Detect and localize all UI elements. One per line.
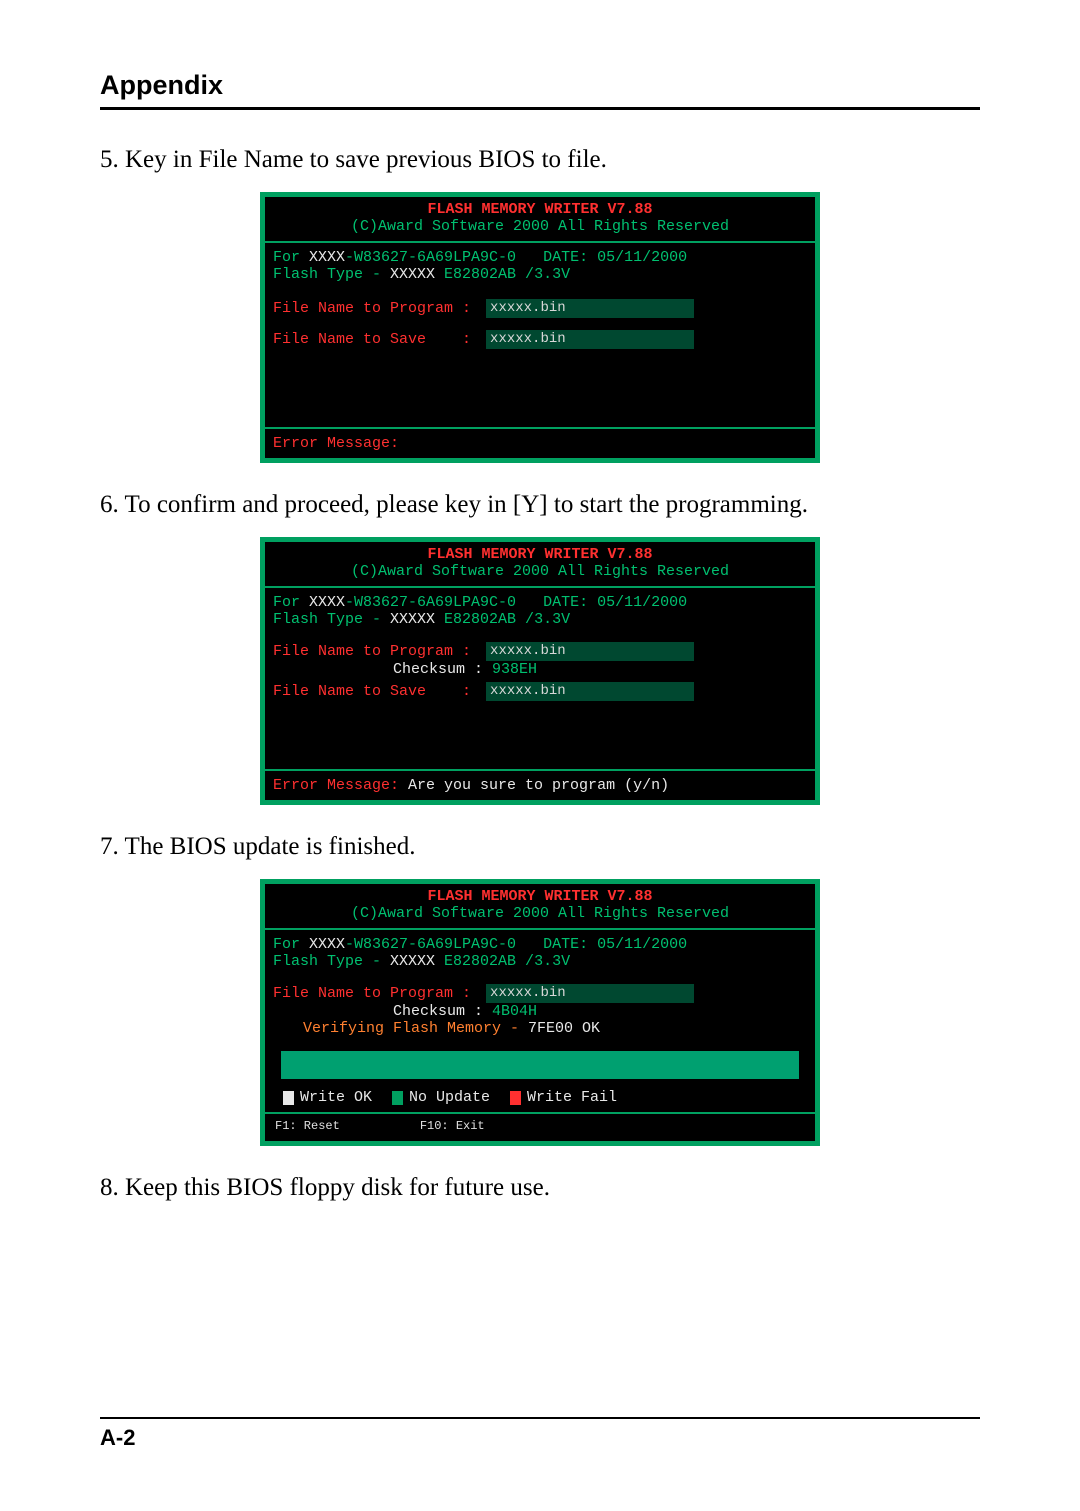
save-file-row: File Name to Save : xxxxx.bin [273, 682, 807, 701]
program-file-label: File Name to Program : [273, 300, 480, 317]
copyright-line: (C)Award Software 2000 All Rights Reserv… [271, 563, 809, 580]
legend-no-update: No Update [392, 1089, 490, 1106]
error-label: Error Message: [273, 777, 399, 794]
bios-screenshot-1: FLASH MEMORY WRITER V7.88 (C)Award Softw… [260, 192, 820, 463]
legend-write-fail: Write Fail [510, 1089, 617, 1106]
verify-value: 7FE00 OK [528, 1020, 600, 1037]
copyright-line: (C)Award Software 2000 All Rights Reserv… [271, 905, 809, 922]
bios-screenshot-3: FLASH MEMORY WRITER V7.88 (C)Award Softw… [260, 879, 820, 1146]
flash-type-line: Flash Type - XXXXX E82802AB /3.3V [273, 953, 807, 970]
program-file-row: File Name to Program : xxxxx.bin [273, 299, 807, 318]
terminal-footer: Error Message: [265, 429, 815, 458]
program-file-value: xxxxx.bin [486, 984, 694, 1003]
terminal-footer: Error Message: Are you sure to program (… [265, 771, 815, 800]
function-keys-row: F1: Reset F10: Exit [265, 1112, 815, 1141]
checksum-row: Checksum : 4B04H [273, 1003, 807, 1020]
swatch-green [392, 1091, 403, 1105]
error-value: Are you sure to program (y/n) [399, 777, 669, 794]
for-line: For XXXX-W83627-6A69LPA9C-0 DATE: 05/11/… [273, 936, 807, 953]
progress-bar [281, 1051, 799, 1079]
error-label: Error Message: [273, 435, 399, 452]
terminal-body: For XXXX-W83627-6A69LPA9C-0 DATE: 05/11/… [265, 930, 815, 1106]
flash-writer-title: FLASH MEMORY WRITER V7.88 [271, 888, 809, 905]
header-rule [100, 107, 980, 110]
swatch-red [510, 1091, 521, 1105]
program-file-row: File Name to Program : xxxxx.bin [273, 642, 807, 661]
terminal-header: FLASH MEMORY WRITER V7.88 (C)Award Softw… [265, 542, 815, 588]
f1-label: F1: Reset [275, 1118, 340, 1135]
save-file-value: xxxxx.bin [486, 330, 694, 349]
step-8-text: 8. Keep this BIOS floppy disk for future… [100, 1174, 980, 1202]
flash-type-line: Flash Type - XXXXX E82802AB /3.3V [273, 611, 807, 628]
flash-type-line: Flash Type - XXXXX E82802AB /3.3V [273, 266, 807, 283]
checksum-value: 4B04H [492, 1003, 537, 1020]
terminal-header: FLASH MEMORY WRITER V7.88 (C)Award Softw… [265, 884, 815, 930]
terminal-body: For XXXX-W83627-6A69LPA9C-0 DATE: 05/11/… [265, 243, 815, 429]
flash-writer-title: FLASH MEMORY WRITER V7.88 [271, 546, 809, 563]
terminal-header: FLASH MEMORY WRITER V7.88 (C)Award Softw… [265, 197, 815, 243]
swatch-white [283, 1091, 294, 1105]
section-title: Appendix [100, 70, 980, 101]
page-number: A-2 [100, 1425, 980, 1451]
step-7-text: 7. The BIOS update is finished. [100, 833, 980, 861]
step-6-text: 6. To confirm and proceed, please key in… [100, 491, 980, 519]
legend-row: Write OK No Update Write Fail [283, 1089, 797, 1106]
program-file-value: xxxxx.bin [486, 642, 694, 661]
program-file-label: File Name to Program : [273, 643, 480, 660]
checksum-value: 938EH [492, 661, 537, 678]
page-footer: A-2 [100, 1417, 980, 1451]
f10-label: F10: Exit [420, 1118, 485, 1135]
footer-rule [100, 1417, 980, 1419]
checksum-row: Checksum : 938EH [273, 661, 807, 678]
save-file-value: xxxxx.bin [486, 682, 694, 701]
bios-screenshot-2: FLASH MEMORY WRITER V7.88 (C)Award Softw… [260, 537, 820, 805]
terminal-body: For XXXX-W83627-6A69LPA9C-0 DATE: 05/11/… [265, 588, 815, 771]
save-file-label: File Name to Save : [273, 683, 480, 700]
program-file-row: File Name to Program : xxxxx.bin [273, 984, 807, 1003]
program-file-label: File Name to Program : [273, 985, 480, 1002]
flash-writer-title: FLASH MEMORY WRITER V7.88 [271, 201, 809, 218]
step-5-text: 5. Key in File Name to save previous BIO… [100, 146, 980, 174]
save-file-label: File Name to Save : [273, 331, 480, 348]
save-file-row: File Name to Save : xxxxx.bin [273, 330, 807, 349]
copyright-line: (C)Award Software 2000 All Rights Reserv… [271, 218, 809, 235]
verify-line: Verifying Flash Memory - 7FE00 OK [273, 1020, 807, 1037]
legend-write-ok: Write OK [283, 1089, 372, 1106]
program-file-value: xxxxx.bin [486, 299, 694, 318]
document-page: Appendix 5. Key in File Name to save pre… [0, 0, 1080, 1511]
for-line: For XXXX-W83627-6A69LPA9C-0 DATE: 05/11/… [273, 594, 807, 611]
for-line: For XXXX-W83627-6A69LPA9C-0 DATE: 05/11/… [273, 249, 807, 266]
